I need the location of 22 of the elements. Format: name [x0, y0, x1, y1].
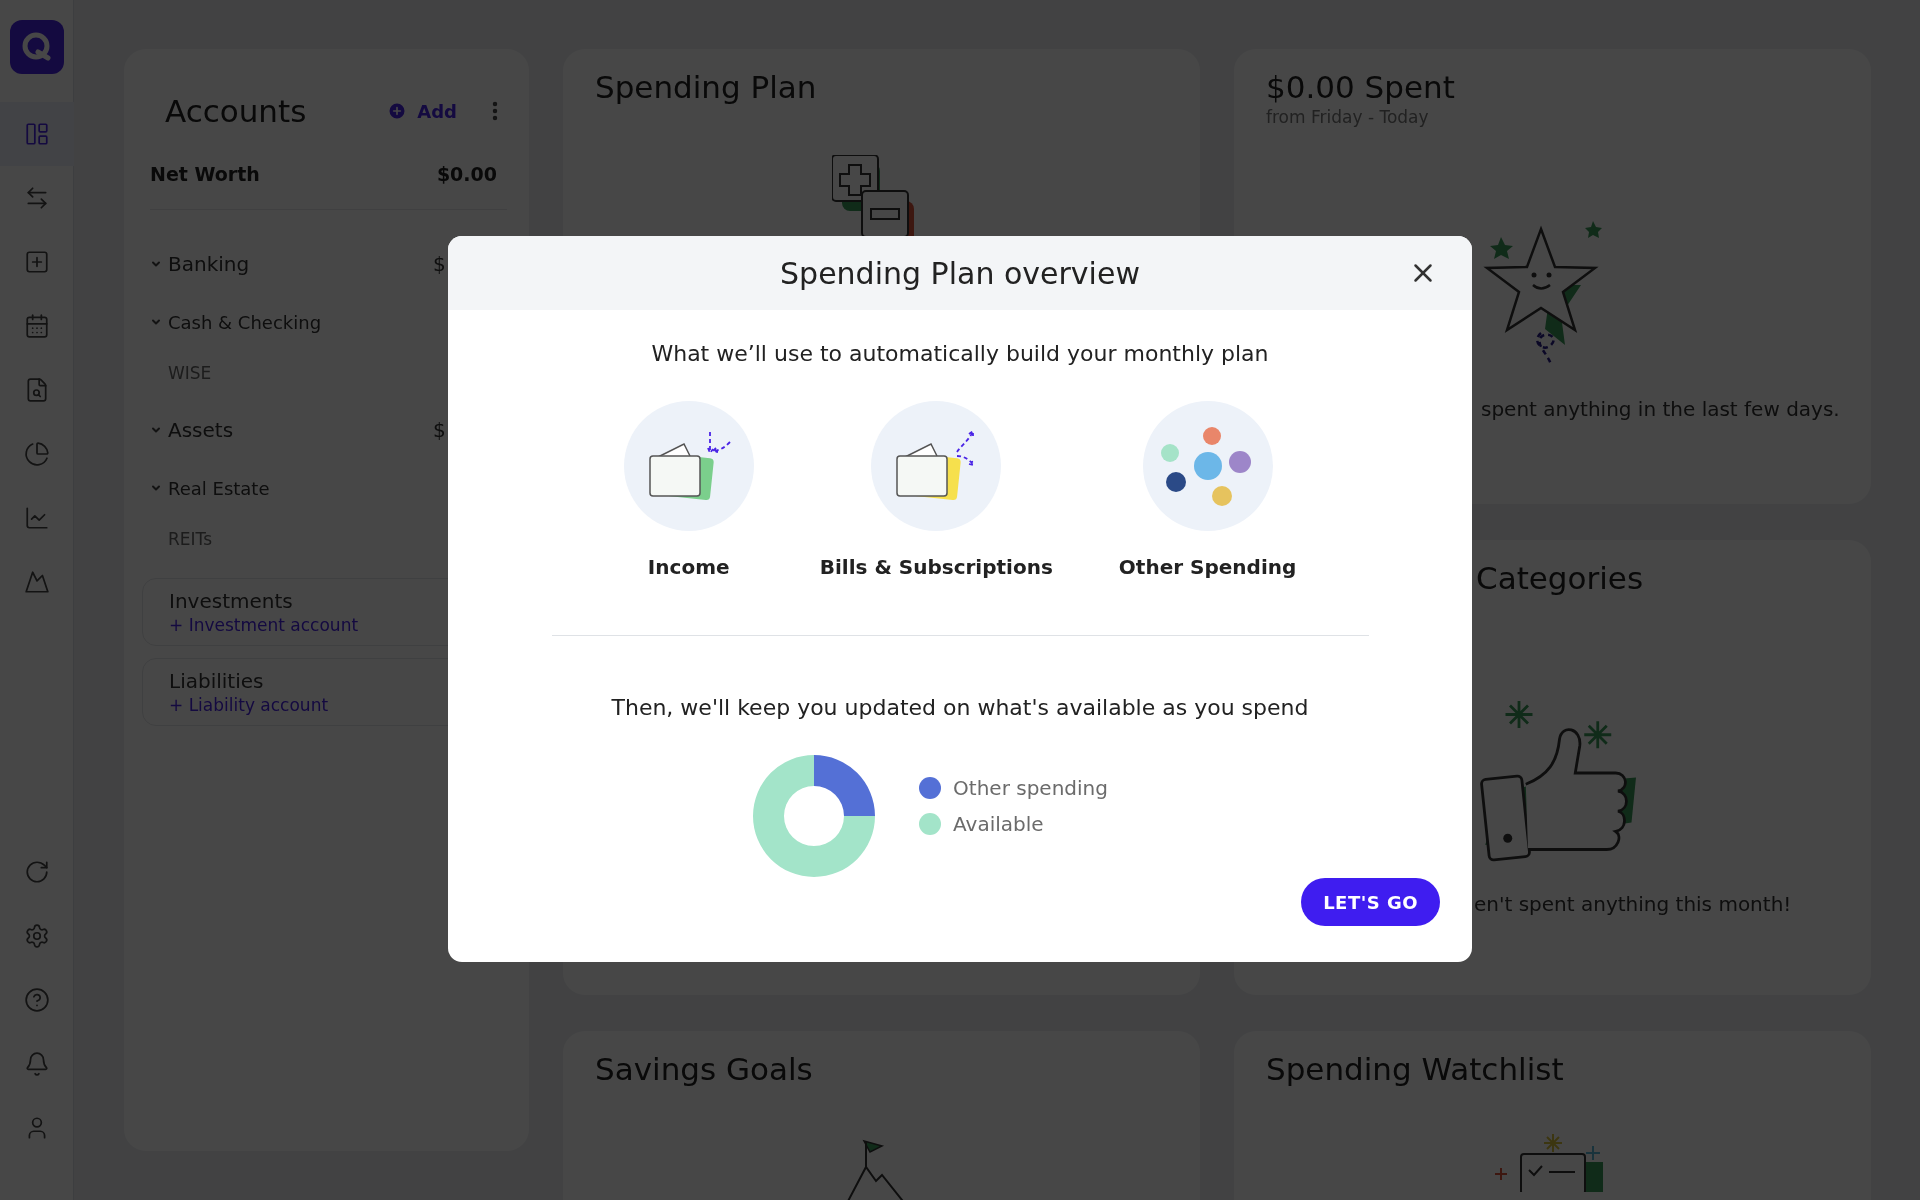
- modal-title: Spending Plan overview: [780, 255, 1140, 291]
- section-title: Liabilities: [169, 669, 265, 693]
- legend-label: Available: [953, 812, 1044, 836]
- card-message: spent anything in the last few days.: [1481, 397, 1840, 421]
- account-value: $: [433, 252, 447, 276]
- card-title: Savings Goals: [595, 1051, 814, 1087]
- legend-label: Other spending: [953, 776, 1108, 800]
- card-title: Spending Plan: [595, 69, 818, 105]
- net-worth-value: $0.00: [436, 163, 497, 185]
- account-value: $: [433, 418, 447, 442]
- intro-text: What we’ll use to automatically build your monthly plan: [651, 340, 1269, 368]
- card-title: Spending Watchlist: [1266, 1051, 1565, 1087]
- source-label: Income: [647, 555, 730, 579]
- section-title: Investments: [169, 589, 294, 613]
- source-label: Bills & Subscriptions: [819, 555, 1053, 579]
- source-label: Other Spending: [1118, 555, 1297, 579]
- panel-title: Accounts: [165, 93, 308, 129]
- card-title: $0.00 Spent: [1266, 69, 1456, 105]
- card-message: en't spent anything this month!: [1474, 892, 1792, 916]
- lets-go-button[interactable]: LET'S GO: [1301, 878, 1440, 926]
- net-worth-label: Net Worth: [150, 163, 260, 185]
- outro-text: Then, we'll keep you updated on what's available as you spend: [611, 694, 1309, 722]
